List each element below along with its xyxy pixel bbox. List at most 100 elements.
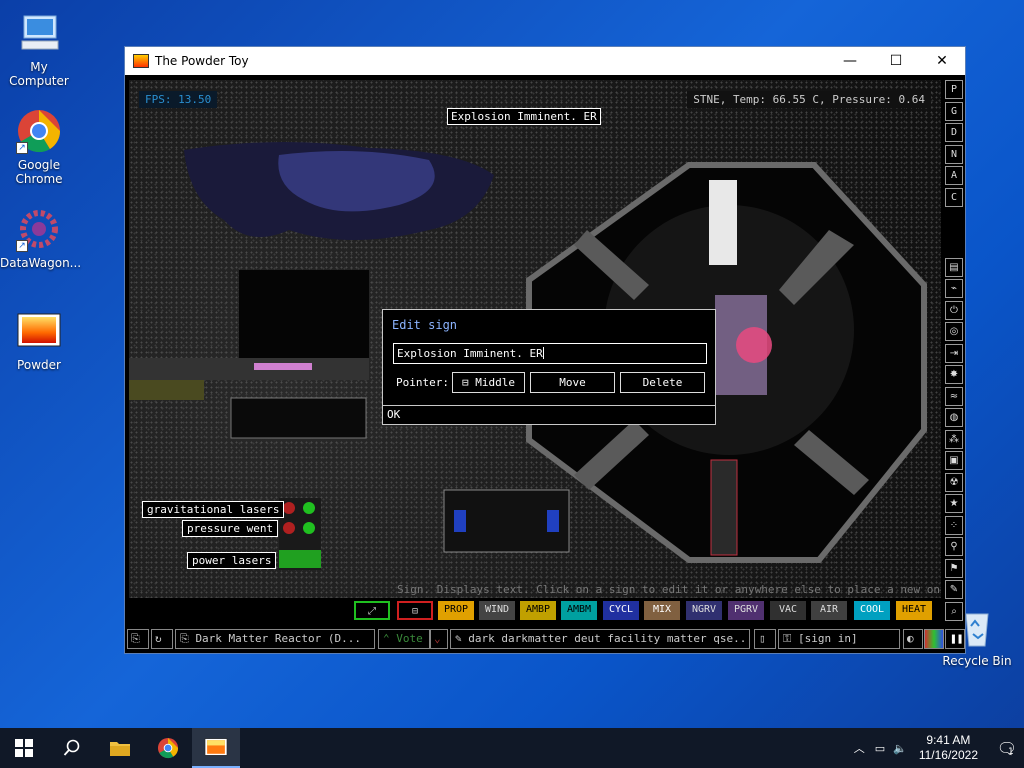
minimize-button[interactable]: — [827, 47, 873, 75]
move-button[interactable]: Move [530, 372, 615, 393]
tags-button[interactable]: ✎ dark darkmatter deut facility matter q… [450, 629, 750, 649]
tool-mix[interactable]: MIX [644, 601, 680, 620]
powder-toy-window: The Powder Toy — ☐ ✕ FPS: 13.50 STNE, Te… [124, 46, 966, 654]
sign-tool-selected[interactable]: ⊟ [397, 601, 433, 620]
file-explorer-button[interactable] [96, 728, 144, 768]
save-name-button[interactable]: ⎘ Dark Matter Reactor (D... [175, 629, 375, 649]
pointer-icon: ⊟ [462, 376, 476, 389]
walls-icon[interactable]: ▤ [945, 257, 963, 277]
tool-vac[interactable]: VAC [770, 601, 806, 620]
powder-toy-taskbar-button[interactable] [192, 728, 240, 768]
pointer-dropdown[interactable]: ⊟ Middle [452, 372, 525, 393]
delete-button[interactable]: Delete [620, 372, 705, 393]
tool-air[interactable]: AIR [811, 601, 847, 620]
powder-icon [16, 308, 62, 354]
search-icon[interactable]: ⌕ [945, 601, 963, 621]
notification-icon: 🗨 [996, 738, 1018, 758]
solids-icon[interactable]: ▣ [945, 451, 963, 470]
toggle-debug-button[interactable]: D [945, 123, 963, 142]
search-button[interactable] [48, 728, 96, 768]
explosives-icon[interactable]: ✸ [945, 365, 963, 384]
sign-text-value: Explosion Imminent. ER [397, 347, 543, 360]
toggle-gravity-button[interactable]: G [945, 101, 963, 121]
element-info-readout: STNE, Temp: 66.55 C, Pressure: 0.64 [687, 91, 931, 108]
tool-ngrv[interactable]: NGRV [686, 601, 722, 620]
chevron-up-icon[interactable]: ︿ [854, 740, 865, 756]
tool-ambm[interactable]: AMBM [561, 601, 597, 620]
right-toolbar: P G D N A C ▤ ⌁ ⏻ ◎ ⇥ ✸ ≈ ◍ ⁂ ▣ ☢ ★ ⁘ ⚲ … [945, 80, 965, 623]
life-icon[interactable]: ⁘ [945, 515, 963, 535]
liquids-icon[interactable]: ◍ [945, 408, 963, 427]
sim-sign-power-lasers[interactable]: power lasers [187, 552, 277, 569]
render-options-button[interactable] [924, 629, 944, 649]
desktop-icon-datawagon[interactable]: ↗ DataWagon... [0, 206, 81, 270]
tool-description: Sign. Displays text. Click on a sign to … [397, 583, 941, 596]
sign-text-input[interactable]: Explosion Imminent. ER [393, 343, 707, 364]
key-icon: ⚿ [783, 632, 798, 645]
volume-icon[interactable]: 🔈 [893, 742, 907, 755]
reload-button[interactable]: ↻ [151, 629, 173, 649]
desktop-icon-label: Recycle Bin [942, 654, 1012, 668]
system-tray: ︿ ▭ 🔈 9:41 AM 11/16/2022 🗨 1 [854, 728, 1024, 768]
vote-label: Vote [396, 632, 423, 645]
network-icon[interactable]: ▭ [875, 742, 885, 755]
maximize-button[interactable]: ☐ [873, 47, 919, 75]
tool-pgrv[interactable]: PGRV [728, 601, 764, 620]
force-icon[interactable]: ⇥ [945, 343, 963, 363]
desktop-icon-label: Powder [17, 358, 61, 372]
sign-tool-button[interactable]: ⤢ [354, 601, 390, 620]
special-icon[interactable]: ★ [945, 494, 963, 513]
sim-sign-gravitational-lasers[interactable]: gravitational lasers [142, 501, 285, 518]
desktop-icon-google-chrome[interactable]: ↗ Google Chrome [0, 108, 78, 186]
clear-button[interactable]: C [945, 187, 963, 207]
power-icon[interactable]: ⏻ [945, 300, 963, 320]
chrome-taskbar-button[interactable] [144, 728, 192, 768]
open-console-button[interactable]: P [945, 80, 963, 99]
decoration-icon[interactable]: ✎ [945, 580, 963, 599]
start-button[interactable] [0, 728, 48, 768]
notifications-button[interactable]: 🗨 1 [990, 739, 1024, 758]
favorites-icon[interactable]: ⚑ [945, 558, 963, 578]
sign-in-button[interactable]: ⚿ [sign in] [778, 629, 900, 649]
close-button[interactable]: ✕ [919, 47, 965, 75]
desktop-icon-my-computer[interactable]: My Computer [0, 10, 78, 88]
settings-button[interactable]: ◐ [903, 629, 923, 649]
vote-down-button[interactable]: ⌄ [430, 629, 448, 649]
tool-heat[interactable]: HEAT [896, 601, 932, 620]
shortcut-arrow-icon: ↗ [16, 240, 28, 252]
electronics-icon[interactable]: ⌁ [945, 279, 963, 298]
window-titlebar[interactable]: The Powder Toy — ☐ ✕ [125, 47, 965, 75]
text-caret [542, 347, 544, 359]
desktop-icon-label: Google Chrome [15, 158, 63, 186]
notification-count: 1 [1008, 746, 1014, 757]
save-options-button[interactable]: ▯ [754, 629, 776, 649]
tool-prop[interactable]: PROP [438, 601, 474, 620]
radioactive-icon[interactable]: ☢ [945, 472, 963, 492]
folder-icon [110, 742, 130, 756]
toggle-ambient-button[interactable]: A [945, 166, 963, 185]
tool-wind[interactable]: WIND [479, 601, 515, 620]
sensors-icon[interactable]: ◎ [945, 322, 963, 341]
tool-cool[interactable]: COOL [854, 601, 890, 620]
gases-icon[interactable]: ≈ [945, 386, 963, 406]
shortcut-arrow-icon: ↗ [16, 142, 28, 154]
clock[interactable]: 9:41 AM 11/16/2022 [919, 733, 978, 763]
vote-up-icon: ⌃ [383, 632, 397, 645]
ok-button[interactable]: OK [383, 405, 715, 424]
pause-button[interactable]: ❚❚ [945, 629, 965, 649]
powders-icon[interactable]: ⁂ [945, 429, 963, 449]
sim-sign-pressure-went[interactable]: pressure went [182, 520, 279, 537]
toggle-newtonian-button[interactable]: N [945, 144, 963, 164]
tools-icon[interactable]: ⚲ [945, 537, 963, 556]
sim-sign-top[interactable]: Explosion Imminent. ER [447, 108, 601, 125]
vote-up-button[interactable]: ⌃ Vote [378, 629, 430, 649]
computer-icon [16, 10, 62, 56]
datawagon-icon: ↗ [16, 206, 62, 252]
open-save-button[interactable]: ⎘ [127, 629, 149, 649]
tool-ambp[interactable]: AMBP [520, 601, 556, 620]
desktop-icon-powder[interactable]: Powder [0, 308, 78, 372]
simulation-canvas[interactable]: FPS: 13.50 STNE, Temp: 66.55 C, Pressure… [129, 80, 941, 598]
save-name: Dark Matter Reactor (D... [195, 632, 362, 645]
desktop-icon-label: My Computer [9, 60, 69, 88]
tool-cycl[interactable]: CYCL [603, 601, 639, 620]
